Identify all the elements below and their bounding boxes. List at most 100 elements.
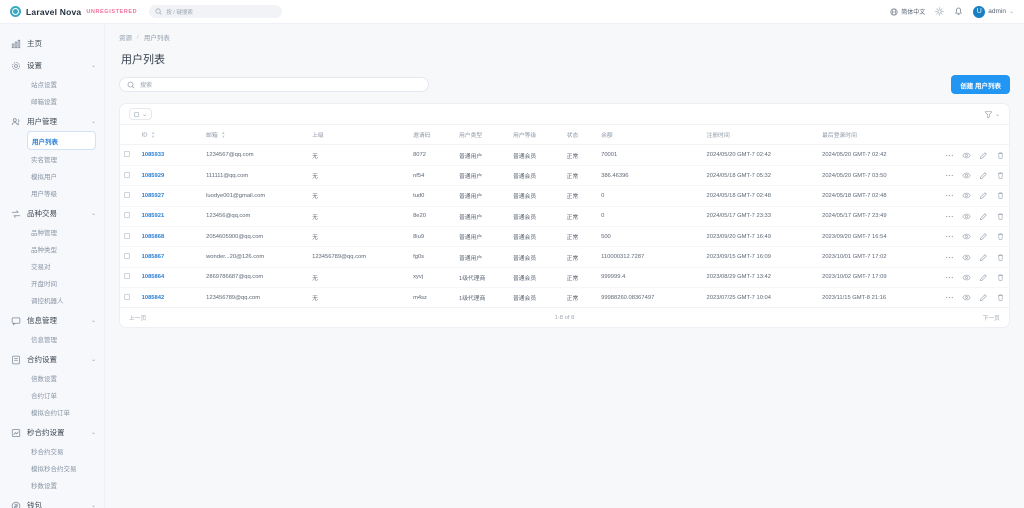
row-checkbox[interactable] xyxy=(120,246,138,268)
cell-id[interactable]: 1085921 xyxy=(137,206,203,227)
cell-id-text[interactable]: 1085927 xyxy=(142,193,165,199)
cell-id[interactable]: 1085933 xyxy=(137,144,203,166)
preview-icon[interactable] xyxy=(962,273,971,282)
cell-id[interactable]: 1085867 xyxy=(137,246,203,268)
edit-icon[interactable] xyxy=(979,293,988,302)
sidebar-item-user-list[interactable]: 用户列表 xyxy=(27,131,96,150)
cell-id[interactable]: 1085868 xyxy=(137,226,203,248)
ellipsis-icon[interactable] xyxy=(945,232,954,241)
sidebar-item-contract-orders[interactable]: 合约订单 xyxy=(27,386,104,403)
ellipsis-icon[interactable] xyxy=(945,191,954,200)
row-checkbox[interactable] xyxy=(120,185,138,207)
search-input[interactable]: 搜索 xyxy=(119,77,429,92)
checkbox-icon[interactable] xyxy=(124,212,130,219)
user-menu[interactable]: U admin ⌄ xyxy=(973,5,1014,18)
sidebar-item-product-types[interactable]: 品种类型 xyxy=(27,240,104,257)
ellipsis-icon[interactable] xyxy=(945,212,954,221)
theme-toggle-button[interactable] xyxy=(935,7,945,16)
cell-id-text[interactable]: 1085842 xyxy=(142,295,165,301)
sidebar-item-product-trading[interactable]: 品种交易 ⌄ xyxy=(0,204,104,223)
row-checkbox[interactable] xyxy=(120,267,138,289)
column-email[interactable]: 邮箱 ▲ ▼ xyxy=(202,125,309,146)
cell-id-text[interactable]: 1085867 xyxy=(142,254,165,260)
sidebar-item-settings[interactable]: 设置 ⌄ xyxy=(0,56,104,75)
next-page-button[interactable]: 下一页 xyxy=(983,313,1000,322)
cell-id-text[interactable]: 1085864 xyxy=(142,274,165,280)
edit-icon[interactable] xyxy=(979,191,988,200)
checkbox-icon[interactable] xyxy=(124,273,130,280)
row-checkbox[interactable] xyxy=(120,226,138,248)
cell-id-text[interactable]: 1085868 xyxy=(142,234,165,240)
sidebar-item-opening-time[interactable]: 开盘时间 xyxy=(27,274,104,291)
preview-icon[interactable] xyxy=(962,151,971,160)
sidebar-item-contract-settings[interactable]: 合约设置 ⌄ xyxy=(0,350,104,369)
sidebar-item-control-robot[interactable]: 调控机器人 xyxy=(27,291,104,308)
sidebar-item-seconds-settings[interactable]: 秒数设置 xyxy=(27,476,104,493)
preview-icon[interactable] xyxy=(962,293,971,302)
sidebar-item-trading-pairs[interactable]: 交易对 xyxy=(27,257,104,274)
ellipsis-icon[interactable] xyxy=(945,151,954,160)
cell-id-text[interactable]: 1085929 xyxy=(142,173,165,179)
sidebar-item-email-settings[interactable]: 邮箱设置 xyxy=(27,92,104,109)
preview-icon[interactable] xyxy=(962,171,971,180)
sidebar-item-simulated-contract-orders[interactable]: 模拟合约订单 xyxy=(27,403,104,420)
edit-icon[interactable] xyxy=(979,232,988,241)
sidebar-item-info-management-child[interactable]: 信息管理 xyxy=(27,330,104,347)
edit-icon[interactable] xyxy=(979,273,988,282)
sidebar-item-product-management[interactable]: 品种管理 xyxy=(27,223,104,240)
sidebar-item-wallet[interactable]: 钱包 ⌄ xyxy=(0,496,104,508)
checkbox-icon[interactable] xyxy=(124,232,130,239)
notifications-button[interactable] xyxy=(954,7,963,16)
edit-icon[interactable] xyxy=(979,171,988,180)
select-all-dropdown[interactable]: ⌄ xyxy=(129,108,153,120)
brand[interactable]: Laravel Nova UNREGISTERED xyxy=(10,6,137,17)
delete-icon[interactable] xyxy=(996,273,1005,282)
cell-id-text[interactable]: 1085933 xyxy=(142,152,165,158)
sidebar-item-second-contract-trading[interactable]: 秒合约交易 xyxy=(27,442,104,459)
row-checkbox[interactable] xyxy=(120,288,138,308)
sidebar-item-user-management[interactable]: 用户管理 ⌄ xyxy=(0,112,104,131)
delete-icon[interactable] xyxy=(996,232,1005,241)
preview-icon[interactable] xyxy=(962,253,971,262)
delete-icon[interactable] xyxy=(996,212,1005,221)
preview-icon[interactable] xyxy=(962,212,971,221)
global-search-input[interactable]: 按 / 键搜索 xyxy=(149,5,283,18)
checkbox-icon[interactable] xyxy=(124,293,130,300)
sidebar-item-simulated-users[interactable]: 模拟用户 xyxy=(27,167,104,184)
edit-icon[interactable] xyxy=(979,151,988,160)
delete-icon[interactable] xyxy=(996,191,1005,200)
preview-icon[interactable] xyxy=(962,232,971,241)
delete-icon[interactable] xyxy=(996,293,1005,302)
delete-icon[interactable] xyxy=(996,253,1005,262)
sidebar-item-user-levels[interactable]: 用户等级 xyxy=(27,184,104,201)
column-id[interactable]: ID ▲ ▼ xyxy=(137,125,203,146)
edit-icon[interactable] xyxy=(979,212,988,221)
create-user-button[interactable]: 创建 用户列表 xyxy=(951,75,1010,94)
filter-button[interactable]: ⌄ xyxy=(984,110,1000,119)
ellipsis-icon[interactable] xyxy=(945,293,954,302)
checkbox-icon[interactable] xyxy=(124,171,130,178)
checkbox-icon[interactable] xyxy=(124,191,130,198)
cell-id-text[interactable]: 1085921 xyxy=(142,213,165,219)
cell-id[interactable]: 1085927 xyxy=(137,185,203,207)
cell-id[interactable]: 1085929 xyxy=(137,165,203,187)
ellipsis-icon[interactable] xyxy=(945,273,954,282)
cell-id[interactable]: 1085842 xyxy=(138,288,203,308)
language-switcher[interactable]: 简体中文 xyxy=(890,7,925,16)
breadcrumb-root[interactable]: 资源 xyxy=(119,32,132,42)
sidebar-item-realname-management[interactable]: 实名管理 xyxy=(27,150,104,167)
sidebar-item-simulated-second-contract-trading[interactable]: 模拟秒合约交易 xyxy=(27,459,104,476)
sidebar-item-info-management[interactable]: 信息管理 ⌄ xyxy=(0,311,104,330)
sidebar-item-second-contract-settings[interactable]: 秒合约设置 ⌄ xyxy=(0,423,104,442)
row-checkbox[interactable] xyxy=(120,165,138,187)
ellipsis-icon[interactable] xyxy=(945,171,954,180)
sidebar-item-multiplier-settings[interactable]: 倍数设置 xyxy=(27,369,104,386)
sidebar-item-site-settings[interactable]: 站点设置 xyxy=(27,75,104,92)
ellipsis-icon[interactable] xyxy=(945,253,954,262)
sidebar-item-home[interactable]: 主页 xyxy=(0,34,104,53)
row-checkbox[interactable] xyxy=(120,144,138,166)
delete-icon[interactable] xyxy=(996,171,1005,180)
row-checkbox[interactable] xyxy=(120,206,138,227)
checkbox-icon[interactable] xyxy=(124,253,130,260)
delete-icon[interactable] xyxy=(996,151,1005,160)
